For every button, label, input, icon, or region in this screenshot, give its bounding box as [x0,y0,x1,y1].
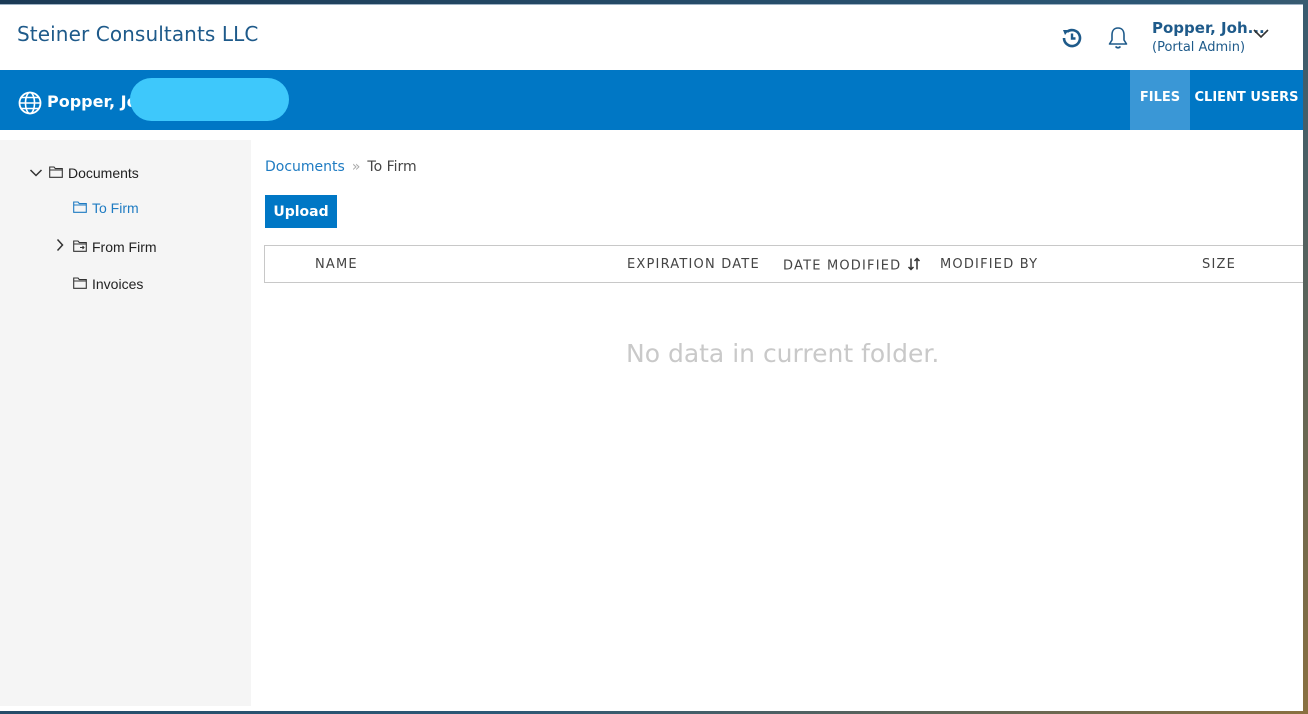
tree-item-from-firm[interactable]: From Firm [55,238,157,255]
tree-item-label: From Firm [92,238,157,255]
column-name[interactable]: NAME [315,257,358,272]
top-header: Steiner Consultants LLC Popper, Joh... (… [0,5,1303,70]
breadcrumb-root[interactable]: Documents [265,159,345,175]
column-modified-by[interactable]: MODIFIED BY [940,257,1038,272]
folder-tree [0,140,251,706]
breadcrumb-separator: » [351,159,361,175]
folder-icon [73,276,87,292]
breadcrumb: Documents » To Firm [265,159,417,175]
app-window: Steiner Consultants LLC Popper, Joh... (… [0,4,1303,711]
column-size[interactable]: SIZE [1202,257,1236,272]
chevron-down-icon[interactable] [29,165,43,181]
redaction-overlay [130,78,289,121]
chevron-down-icon[interactable] [1252,27,1270,45]
chevron-right-icon[interactable] [55,238,65,255]
globe-icon [18,91,42,120]
folder-icon [73,200,87,216]
tree-item-label: To Firm [92,200,139,216]
column-expiration-date[interactable]: EXPIRATION DATE [627,257,760,272]
tree-item-label: Documents [68,165,139,181]
bell-icon[interactable] [1106,25,1132,51]
breadcrumb-current: To Firm [367,159,417,175]
tab-files[interactable]: FILES [1130,70,1190,130]
user-role: (Portal Admin) [1152,40,1246,55]
folder-share-icon [73,239,87,255]
folder-icon [49,165,63,181]
user-name[interactable]: Popper, Joh... [1152,19,1265,37]
tree-item-to-firm[interactable]: To Firm [73,200,139,216]
firm-name: Steiner Consultants LLC [17,22,259,46]
tree-item-label: Invoices [92,276,144,292]
column-date-modified[interactable]: DATE MODIFIED [783,257,921,275]
table-header: NAME EXPIRATION DATE DATE MODIFIED MODIF… [264,245,1303,283]
upload-button[interactable]: Upload [265,195,337,228]
tree-item-documents[interactable]: Documents [29,165,139,181]
empty-state-message: No data in current folder. [626,339,940,368]
tree-item-invoices[interactable]: Invoices [73,276,143,292]
tab-client-users[interactable]: CLIENT USERS [1190,70,1303,130]
sort-icon[interactable] [907,257,921,275]
history-icon[interactable] [1059,25,1085,51]
column-label: DATE MODIFIED [783,258,902,274]
user-menu[interactable]: Popper, Joh... (Portal Admin) [1152,19,1265,55]
client-bar: Popper, Joh FILES CLIENT USERS [0,70,1303,130]
